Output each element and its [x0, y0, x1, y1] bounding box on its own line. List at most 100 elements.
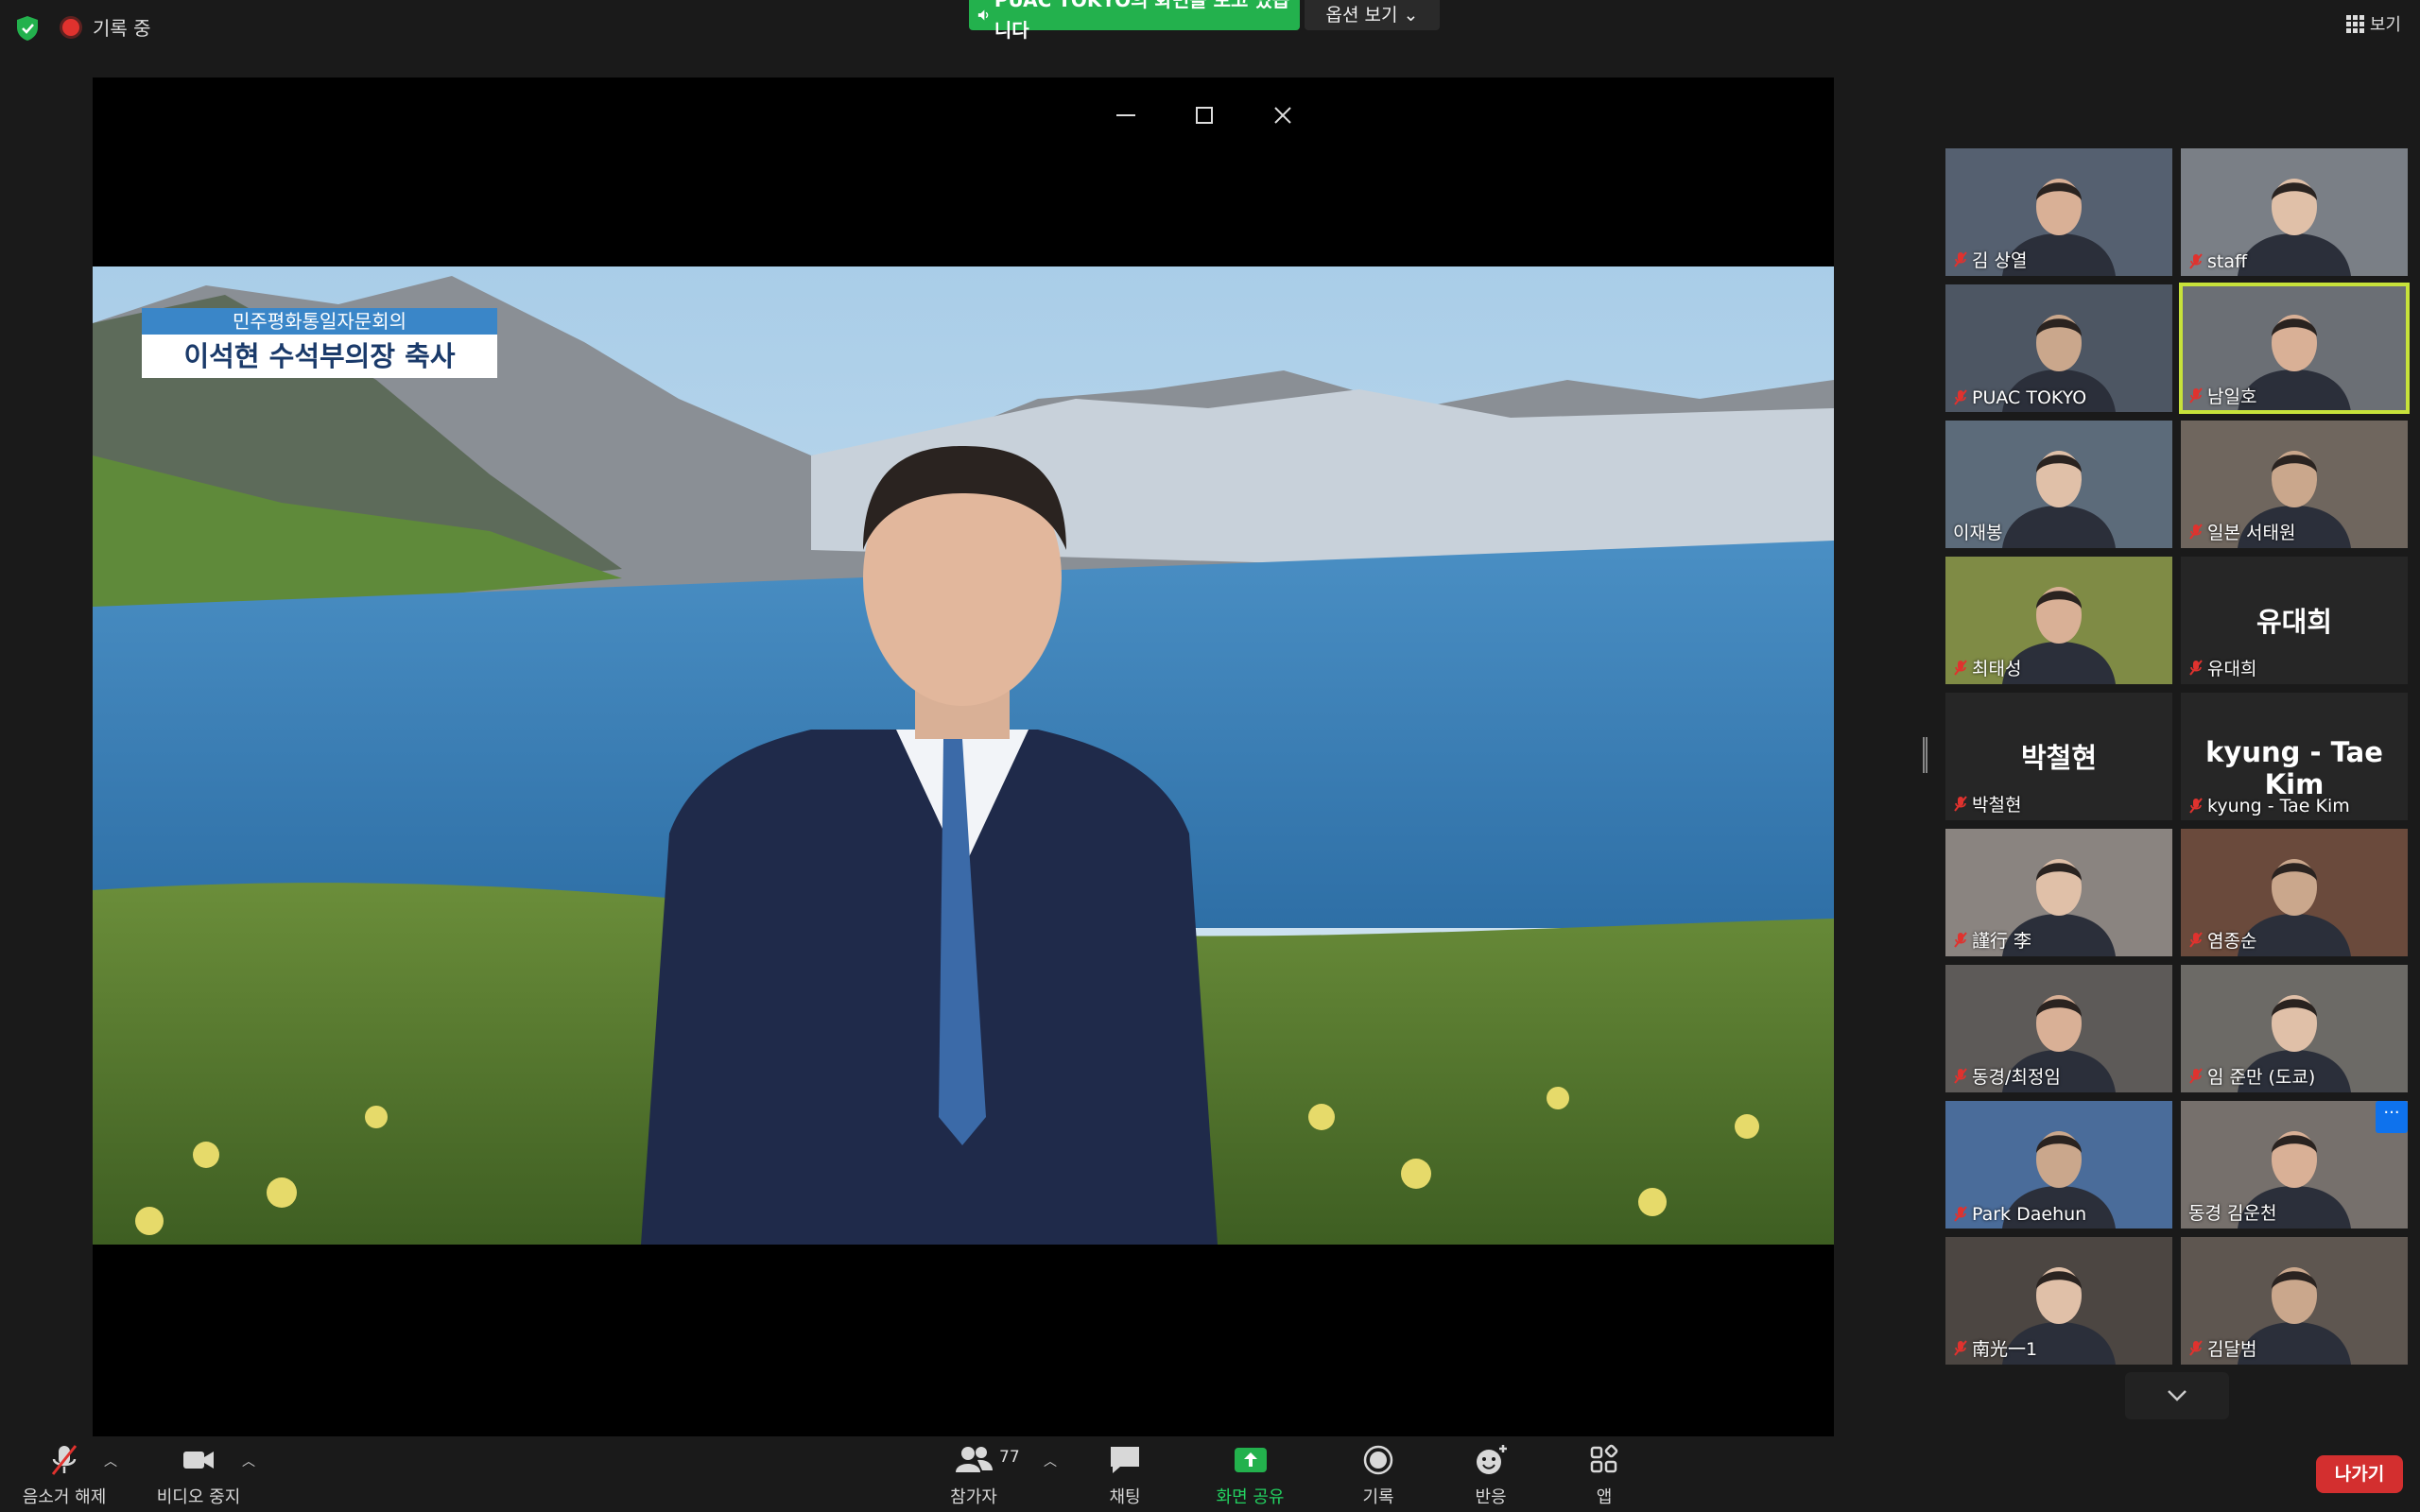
microphone-muted-icon — [1954, 1206, 1967, 1222]
participant-name-label: 임 준만 (도쿄) — [2207, 1067, 2316, 1088]
participant-name-label: PUAC TOKYO — [1972, 387, 2087, 408]
participant-name-label: kyung - Tae Kim — [2207, 796, 2350, 816]
participant-tile[interactable]: 남일호 — [2179, 283, 2410, 414]
participant-tile[interactable]: 동경/최정임 — [1945, 965, 2172, 1092]
maximize-icon[interactable] — [1185, 96, 1223, 134]
participant-tile[interactable]: 김달범 — [2181, 1237, 2408, 1365]
microphone-muted-icon — [2189, 931, 2203, 948]
unmute-button[interactable]: 음소거 해제 — [17, 1442, 112, 1508]
participant-name: 동경 김운천 — [2188, 1199, 2276, 1225]
participant-tile[interactable]: PUAC TOKYO — [1945, 284, 2172, 412]
participants-options-caret[interactable]: ︿ — [1044, 1452, 1057, 1470]
speaker-video: 민주평화통일자문회의 이석현 수석부의장 축사 — [93, 266, 1834, 1245]
participant-tile[interactable]: 이재봉 — [1945, 421, 2172, 548]
participant-tile[interactable]: 유대희 유대희 — [2181, 557, 2408, 684]
participant-name: kyung - Tae Kim — [2188, 796, 2350, 816]
microphone-muted-icon — [51, 1445, 78, 1475]
participant-tile[interactable]: staff — [2181, 148, 2408, 276]
view-options-button[interactable]: 옵션 보기 ⌄ — [1305, 0, 1440, 30]
record-button[interactable]: 기록 — [1340, 1442, 1416, 1508]
chat-icon — [1111, 1447, 1139, 1473]
chevron-down-icon — [2168, 1390, 2187, 1401]
participant-more-options-button[interactable]: ··· — [2376, 1101, 2408, 1133]
participant-name-label: 이재봉 — [1953, 523, 2003, 543]
video-options-caret[interactable]: ︿ — [242, 1452, 255, 1470]
participant-name: PUAC TOKYO — [1953, 387, 2086, 408]
participant-name: 이재봉 — [1953, 519, 2002, 544]
participants-icon — [956, 1447, 993, 1472]
participant-name: 南光一1 — [1953, 1335, 2037, 1361]
microphone-muted-icon — [1954, 1067, 1967, 1084]
participant-name-label: 김 상열 — [1972, 250, 2028, 271]
apps-button[interactable]: 앱 — [1566, 1442, 1642, 1508]
participant-name: 임 준만 (도쿄) — [2188, 1063, 2315, 1089]
recording-dot-icon — [62, 19, 79, 36]
chat-button[interactable]: 채팅 — [1087, 1442, 1163, 1508]
view-button-label: 보기 — [2369, 15, 2401, 35]
participant-name-label: 南光一1 — [1972, 1339, 2038, 1360]
participant-name-label: 謹行 李 — [1972, 931, 2032, 952]
participant-tile[interactable]: kyung - Tae Kim kyung - Tae Kim — [2181, 693, 2408, 820]
participant-name: 謹行 李 — [1953, 927, 2031, 953]
participant-tile[interactable]: Park Daehun — [1945, 1101, 2172, 1228]
participant-tile[interactable]: 김 상열 — [1945, 148, 2172, 276]
close-icon[interactable] — [1264, 96, 1302, 134]
participant-name-label: 최태성 — [1972, 659, 2022, 679]
microphone-muted-icon — [2189, 387, 2203, 404]
chat-label: 채팅 — [1109, 1487, 1141, 1507]
participant-name: 동경/최정임 — [1953, 1063, 2061, 1089]
leave-meeting-button[interactable]: 나가기 — [2316, 1455, 2403, 1493]
gallery-scroll-down-button[interactable] — [2125, 1372, 2229, 1419]
participant-name: 최태성 — [1953, 655, 2021, 680]
participant-name: 유대희 — [2188, 655, 2256, 680]
participant-name: 염종순 — [2188, 927, 2256, 953]
caption-title: 이석현 수석부의장 축사 — [142, 335, 497, 378]
participant-display-name: 유대희 — [2256, 606, 2333, 638]
participant-name-label: 염종순 — [2207, 931, 2257, 952]
minimize-icon[interactable] — [1107, 96, 1145, 134]
meeting-toolbar: 음소거 해제 ︿ 비디오 중지 ︿ 참가자 77 ︿ 채팅 화면 공유 기록 반… — [0, 1436, 2420, 1512]
screen-share-banner: PUAC TOKYO의 화면을 보고 있습니다 — [969, 0, 1300, 42]
participant-name-label: 박철현 — [1972, 795, 2022, 816]
microphone-muted-icon — [1954, 931, 1967, 948]
view-button[interactable]: 보기 — [2345, 11, 2401, 36]
panel-resize-handle[interactable] — [1923, 737, 1927, 773]
record-icon — [1363, 1445, 1393, 1475]
security-shield-icon[interactable] — [15, 15, 40, 42]
participant-name-label: Park Daehun — [1972, 1204, 2087, 1225]
audio-options-caret[interactable]: ︿ — [104, 1452, 117, 1470]
participant-display-name: kyung - Tae Kim — [2205, 736, 2383, 800]
participants-label: 참가자 — [950, 1487, 997, 1507]
microphone-muted-icon — [2189, 659, 2203, 676]
participant-name-label: 김달범 — [2207, 1339, 2257, 1360]
participant-name: 김 상열 — [1953, 247, 2027, 272]
participant-name: staff — [2188, 251, 2247, 272]
participant-name: 일본 서태원 — [2188, 519, 2295, 544]
participant-tile[interactable]: 南光一1 — [1945, 1237, 2172, 1365]
microphone-muted-icon — [2189, 1067, 2203, 1084]
share-banner-text: PUAC TOKYO의 화면을 보고 있습니다 — [994, 0, 1290, 42]
participant-name-label: 일본 서태원 — [2207, 523, 2296, 543]
microphone-muted-icon — [2189, 798, 2203, 814]
speaker-icon — [977, 9, 989, 21]
participant-tile[interactable]: 최태성 — [1945, 557, 2172, 684]
microphone-muted-icon — [1954, 1339, 1967, 1356]
participant-name-label: 동경/최정임 — [1972, 1067, 2061, 1088]
participant-tile[interactable]: 박철현 박철현 — [1945, 693, 2172, 820]
participant-tile[interactable]: 일본 서태원 — [2181, 421, 2408, 548]
grid-view-icon — [2345, 14, 2364, 33]
reactions-label: 반응 — [1475, 1487, 1507, 1507]
participant-tile[interactable]: 동경 김운천 ··· — [2181, 1101, 2408, 1228]
video-frame-image — [93, 266, 1834, 1245]
participant-name: 박철현 — [1953, 791, 2021, 816]
stop-video-button[interactable]: 비디오 중지 — [151, 1442, 246, 1508]
participant-name-label: 유대희 — [2207, 659, 2257, 679]
participant-tile[interactable]: 임 준만 (도쿄) — [2181, 965, 2408, 1092]
participant-tile[interactable]: 염종순 — [2181, 829, 2408, 956]
reactions-button[interactable]: 반응 — [1453, 1442, 1529, 1508]
microphone-muted-icon — [1954, 389, 1967, 405]
participant-name: Park Daehun — [1953, 1204, 2086, 1225]
share-screen-button[interactable]: 화면 공유 — [1201, 1442, 1300, 1508]
participant-name-label: staff — [2207, 251, 2248, 272]
participant-tile[interactable]: 謹行 李 — [1945, 829, 2172, 956]
